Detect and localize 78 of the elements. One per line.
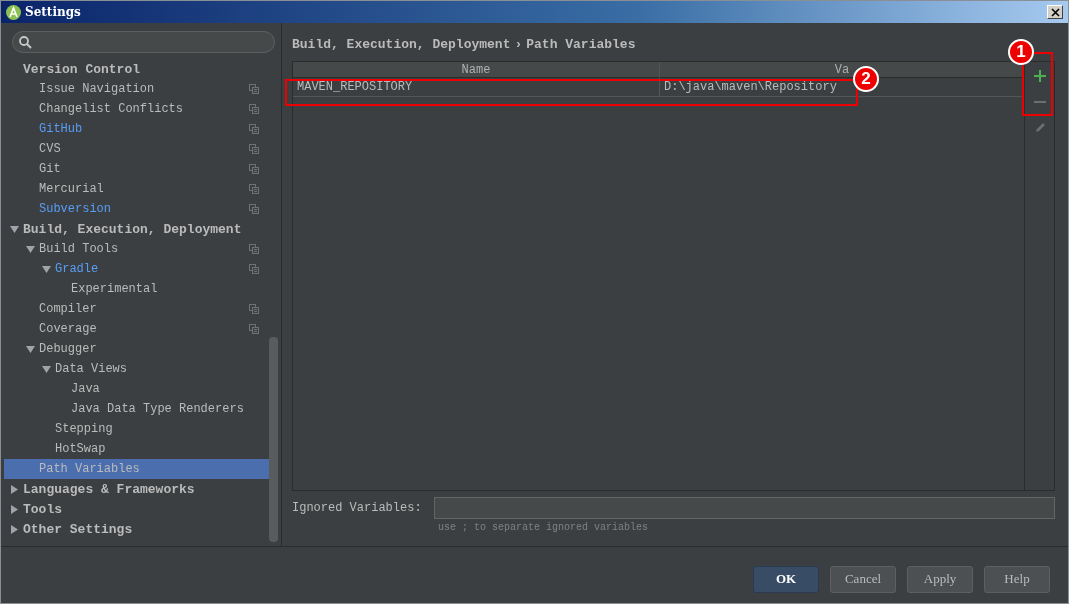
expanded-arrow-icon[interactable] [10, 224, 19, 234]
breadcrumb-item: Build, Execution, Deployment [292, 36, 511, 52]
tree-item[interactable]: Gradle [4, 259, 269, 279]
tree-item-label: Coverage [39, 322, 98, 336]
search-field[interactable] [12, 31, 275, 53]
tree-item-label: Gradle [55, 262, 100, 276]
plus-icon [1033, 70, 1046, 82]
android-icon [6, 4, 21, 20]
dialog-button[interactable]: Help [984, 565, 1050, 593]
tree-item[interactable]: Changelist Conflicts [4, 99, 269, 119]
tree-item[interactable]: Subversion [4, 199, 269, 219]
tree-item-label: Build, Execution, Deployment [23, 221, 243, 237]
tree-item[interactable]: CVS [4, 139, 269, 159]
breadcrumb-item: Path Variables [526, 36, 636, 52]
tree-item[interactable]: Coverage [4, 319, 269, 339]
column-header[interactable]: Name [293, 62, 660, 78]
close-button[interactable] [1047, 5, 1063, 19]
collapsed-arrow-icon[interactable] [10, 484, 19, 494]
annotation-badge: 2 [853, 66, 879, 92]
ignored-variables-field[interactable] [433, 497, 1055, 519]
tree-item[interactable]: Languages & Frameworks [4, 479, 269, 499]
tree-item[interactable]: Java Data Type Renderers [4, 399, 269, 419]
tree-item-label: Stepping [55, 422, 114, 436]
tree-item[interactable]: Git [4, 159, 269, 179]
expanded-arrow-icon[interactable] [42, 264, 51, 274]
pencil-icon [1033, 122, 1046, 134]
expanded-arrow-icon[interactable] [26, 344, 35, 354]
tree-item-label: Other Settings [23, 521, 134, 537]
tree-item-label: Path Variables [39, 462, 141, 476]
collapsed-arrow-icon[interactable] [10, 524, 19, 534]
expanded-arrow-icon[interactable] [26, 244, 35, 254]
tree-item[interactable]: Version Control [4, 59, 269, 79]
scrollbar-thumb[interactable] [269, 337, 278, 542]
tree-item-label: Mercurial [39, 182, 105, 196]
tree-item[interactable]: Tools [4, 499, 269, 519]
tree-item[interactable]: Other Settings [4, 519, 269, 539]
tree-item[interactable]: Compiler [4, 299, 269, 319]
breadcrumb-separator: › [514, 36, 523, 52]
tree-item-label: Debugger [39, 342, 98, 356]
tree-item-label: Java Data Type Renderers [71, 402, 245, 416]
search-icon [19, 35, 32, 49]
tree-item-label: Changelist Conflicts [39, 102, 185, 116]
tree-item-label: Issue Navigation [39, 82, 156, 96]
window-title: Settings [25, 5, 81, 19]
table-cell: MAVEN_REPOSITORY [293, 78, 660, 97]
expanded-arrow-icon[interactable] [42, 364, 51, 374]
tree-item[interactable]: Java [4, 379, 269, 399]
tree-item[interactable]: Build Tools [4, 239, 269, 259]
dialog-button[interactable]: Cancel [830, 565, 896, 593]
tree-item-label: Data Views [55, 362, 128, 376]
tree-item[interactable]: Mercurial [4, 179, 269, 199]
tree-item-label: Experimental [71, 282, 159, 296]
tree-item-label: Version Control [23, 61, 142, 77]
dialog-button[interactable]: Apply [907, 565, 973, 593]
tree-item-label: HotSwap [55, 442, 107, 456]
tree-item[interactable]: Build, Execution, Deployment [4, 219, 269, 239]
tree-item-label: Java [71, 382, 101, 396]
tree-item[interactable]: GitHub [4, 119, 269, 139]
tree-item-label: Tools [23, 501, 63, 517]
tree-item[interactable]: Data Views [4, 359, 269, 379]
tree-item-label: CVS [39, 142, 62, 156]
tree-item-label: Git [39, 162, 62, 176]
tree-item-label: Build Tools [39, 242, 120, 256]
tree-item[interactable]: Experimental [4, 279, 269, 299]
tree-item[interactable]: Issue Navigation [4, 79, 269, 99]
tree-item-label: Subversion [39, 202, 112, 216]
tree-item-label: GitHub [39, 122, 84, 136]
dialog-button[interactable]: OK [753, 565, 819, 593]
field-label: Ignored Variables: [292, 501, 422, 515]
tree-item-label: Languages & Frameworks [23, 481, 196, 497]
tree-item-label: Compiler [39, 302, 98, 316]
collapsed-arrow-icon[interactable] [10, 504, 19, 514]
annotation-badge: 1 [1008, 39, 1034, 65]
tree-item[interactable]: HotSwap [4, 439, 269, 459]
hint-text: use ; to separate ignored variables [438, 522, 650, 533]
tree-item[interactable]: Debugger [4, 339, 269, 359]
close-icon [1050, 7, 1060, 17]
tree-item[interactable]: Stepping [4, 419, 269, 439]
